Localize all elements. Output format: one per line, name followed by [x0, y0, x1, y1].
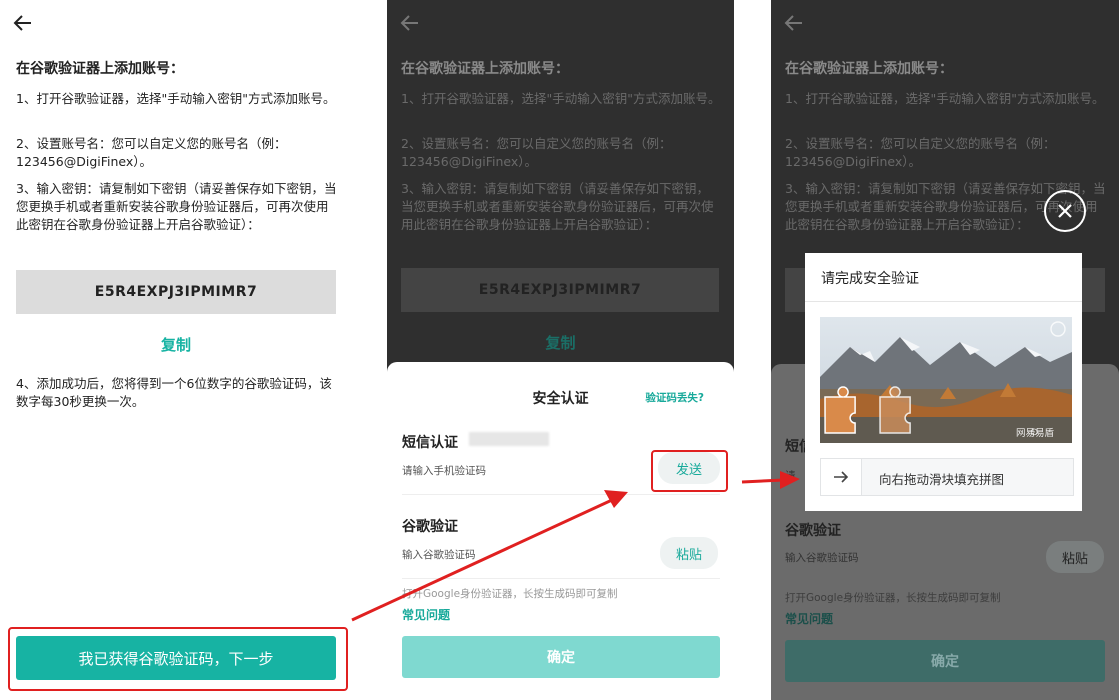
arrow-line [351, 498, 613, 622]
arrow-line [741, 478, 785, 484]
arrow-head [780, 471, 800, 489]
annotation-arrows [351, 471, 800, 622]
arrow-head [604, 490, 628, 508]
